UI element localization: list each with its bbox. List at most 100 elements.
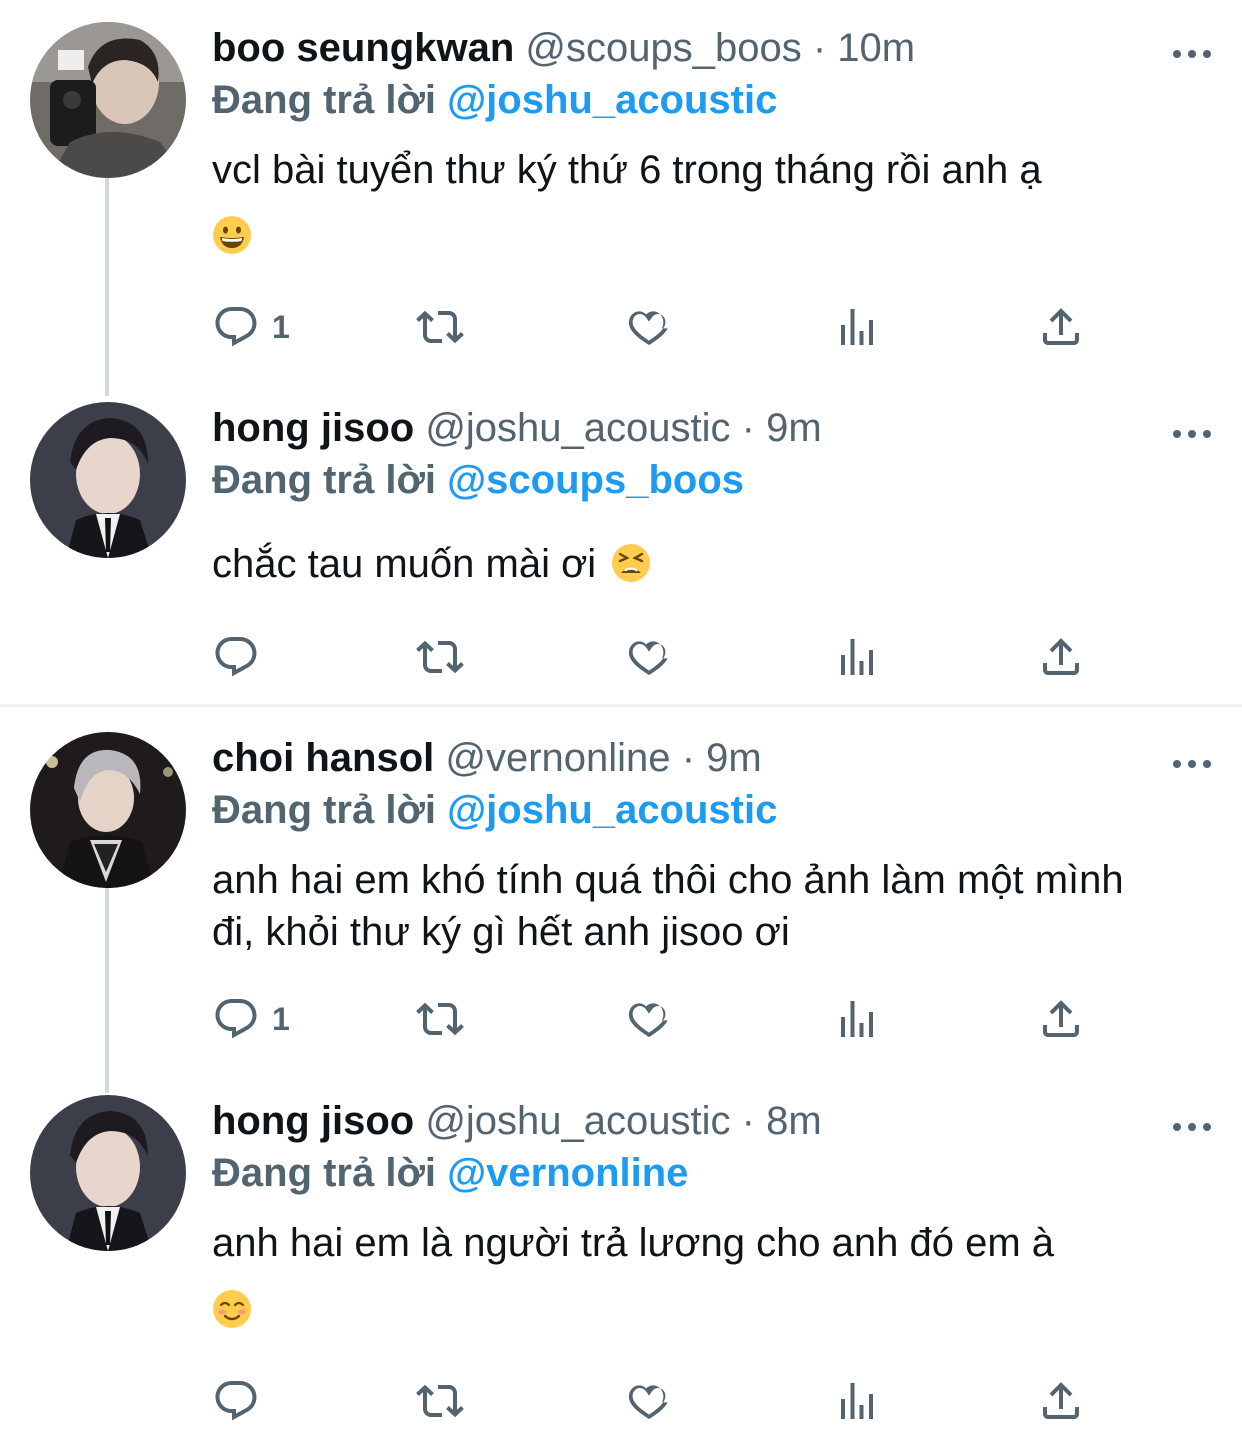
like-icon bbox=[625, 1377, 673, 1425]
views-icon bbox=[833, 303, 881, 351]
tweet-3[interactable]: choi hansol @vernonline · 9m Đang trả lờ… bbox=[0, 710, 1242, 1093]
more-icon[interactable] bbox=[1172, 752, 1212, 776]
like-icon bbox=[625, 995, 673, 1043]
reply-icon bbox=[212, 995, 260, 1043]
timestamp[interactable]: 10m bbox=[837, 26, 915, 70]
views-button[interactable] bbox=[833, 632, 881, 682]
like-button[interactable] bbox=[625, 632, 673, 682]
tweet-header: hong jisoo @joshu_acoustic · 8m bbox=[212, 1097, 1152, 1145]
share-icon bbox=[1037, 995, 1085, 1043]
author-name[interactable]: hong jisoo bbox=[212, 1099, 414, 1143]
reply-count: 1 bbox=[272, 308, 290, 345]
like-button[interactable] bbox=[625, 1376, 673, 1426]
author-name[interactable]: hong jisoo bbox=[212, 406, 414, 450]
share-icon bbox=[1037, 633, 1085, 681]
author-name[interactable]: choi hansol bbox=[212, 736, 434, 780]
action-bar bbox=[212, 632, 1092, 682]
retweet-button[interactable] bbox=[416, 1376, 464, 1426]
thread-line bbox=[105, 178, 109, 396]
author-name[interactable]: boo seungkwan bbox=[212, 26, 514, 70]
tweet-header: boo seungkwan @scoups_boos · 10m bbox=[212, 24, 1152, 72]
reply-button[interactable]: 1 bbox=[212, 302, 290, 352]
views-icon bbox=[833, 1377, 881, 1425]
tweet-header: hong jisoo @joshu_acoustic · 9m bbox=[212, 404, 1152, 452]
author-handle[interactable]: @joshu_acoustic bbox=[425, 1099, 730, 1143]
views-button[interactable] bbox=[833, 994, 881, 1044]
author-handle[interactable]: @scoups_boos bbox=[525, 26, 801, 70]
like-button[interactable] bbox=[625, 302, 673, 352]
share-button[interactable] bbox=[1037, 994, 1085, 1044]
share-button[interactable] bbox=[1037, 632, 1085, 682]
avatar[interactable] bbox=[30, 732, 186, 888]
reply-count: 1 bbox=[272, 1000, 290, 1037]
replying-mention[interactable]: @vernonline bbox=[447, 1151, 688, 1195]
replying-label: Đang trả lời bbox=[212, 78, 437, 122]
more-icon[interactable] bbox=[1172, 1115, 1212, 1139]
tired-face-emoji bbox=[611, 543, 651, 583]
more-icon[interactable] bbox=[1172, 42, 1212, 66]
thread-divider bbox=[0, 704, 1242, 707]
reply-icon bbox=[212, 1377, 260, 1425]
views-button[interactable] bbox=[833, 1376, 881, 1426]
like-icon bbox=[625, 633, 673, 681]
replying-mention[interactable]: @joshu_acoustic bbox=[447, 78, 777, 122]
replying-to: Đang trả lời @joshu_acoustic bbox=[212, 76, 777, 124]
separator-dot: · bbox=[812, 26, 827, 70]
retweet-icon bbox=[416, 995, 464, 1043]
action-bar: 1 bbox=[212, 302, 1092, 352]
reply-button[interactable] bbox=[212, 1376, 260, 1426]
retweet-button[interactable] bbox=[416, 632, 464, 682]
views-icon bbox=[833, 633, 881, 681]
timestamp[interactable]: 9m bbox=[766, 406, 822, 450]
thread-line bbox=[105, 888, 109, 1093]
smiling-face-emoji bbox=[212, 1289, 252, 1329]
retweet-icon bbox=[416, 633, 464, 681]
separator-dot: · bbox=[741, 406, 755, 450]
separator-dot: · bbox=[681, 736, 696, 780]
retweet-button[interactable] bbox=[416, 994, 464, 1044]
tweet-1[interactable]: boo seungkwan @scoups_boos · 10m Đang tr… bbox=[0, 0, 1242, 396]
replying-to: Đang trả lời @scoups_boos bbox=[212, 456, 744, 504]
avatar[interactable] bbox=[30, 402, 186, 558]
tweet-text: anh hai em khó tính quá thôi cho ảnh làm… bbox=[212, 858, 1124, 954]
tweet-4[interactable]: hong jisoo @joshu_acoustic · 8m Đang trả… bbox=[0, 1073, 1242, 1448]
retweet-icon bbox=[416, 303, 464, 351]
reply-icon bbox=[212, 303, 260, 351]
views-button[interactable] bbox=[833, 302, 881, 352]
more-icon[interactable] bbox=[1172, 422, 1212, 446]
reply-icon bbox=[212, 633, 260, 681]
action-bar: 1 bbox=[212, 994, 1092, 1044]
replying-mention[interactable]: @scoups_boos bbox=[447, 458, 744, 502]
timestamp[interactable]: 9m bbox=[706, 736, 762, 780]
author-handle[interactable]: @joshu_acoustic bbox=[425, 406, 730, 450]
tweet-text: vcl bài tuyển thư ký thứ 6 trong tháng r… bbox=[212, 148, 1042, 192]
views-icon bbox=[833, 995, 881, 1043]
tweet-text: anh hai em là người trả lương cho anh đó… bbox=[212, 1221, 1055, 1265]
reply-button[interactable] bbox=[212, 632, 260, 682]
tweet-2[interactable]: hong jisoo @joshu_acoustic · 9m Đang trả… bbox=[0, 380, 1242, 705]
retweet-button[interactable] bbox=[416, 302, 464, 352]
tweet-text-content: chắc tau muốn mài ơi bbox=[212, 542, 597, 586]
tweet-header: choi hansol @vernonline · 9m bbox=[212, 734, 1152, 782]
action-bar bbox=[212, 1376, 1092, 1426]
replying-mention[interactable]: @joshu_acoustic bbox=[447, 788, 777, 832]
separator-dot: · bbox=[741, 1099, 755, 1143]
grinning-face-emoji bbox=[212, 215, 252, 255]
timestamp[interactable]: 8m bbox=[766, 1099, 822, 1143]
avatar[interactable] bbox=[30, 22, 186, 178]
replying-label: Đang trả lời bbox=[212, 458, 437, 502]
retweet-icon bbox=[416, 1377, 464, 1425]
like-button[interactable] bbox=[625, 994, 673, 1044]
share-button[interactable] bbox=[1037, 302, 1085, 352]
author-handle[interactable]: @vernonline bbox=[445, 736, 670, 780]
reply-button[interactable]: 1 bbox=[212, 994, 290, 1044]
share-icon bbox=[1037, 1377, 1085, 1425]
replying-to: Đang trả lời @vernonline bbox=[212, 1149, 688, 1197]
replying-label: Đang trả lời bbox=[212, 1151, 437, 1195]
avatar[interactable] bbox=[30, 1095, 186, 1251]
share-button[interactable] bbox=[1037, 1376, 1085, 1426]
replying-to: Đang trả lời @joshu_acoustic bbox=[212, 786, 777, 834]
tweet-text: chắc tau muốn mài ơi bbox=[212, 538, 651, 590]
replying-label: Đang trả lời bbox=[212, 788, 437, 832]
share-icon bbox=[1037, 303, 1085, 351]
